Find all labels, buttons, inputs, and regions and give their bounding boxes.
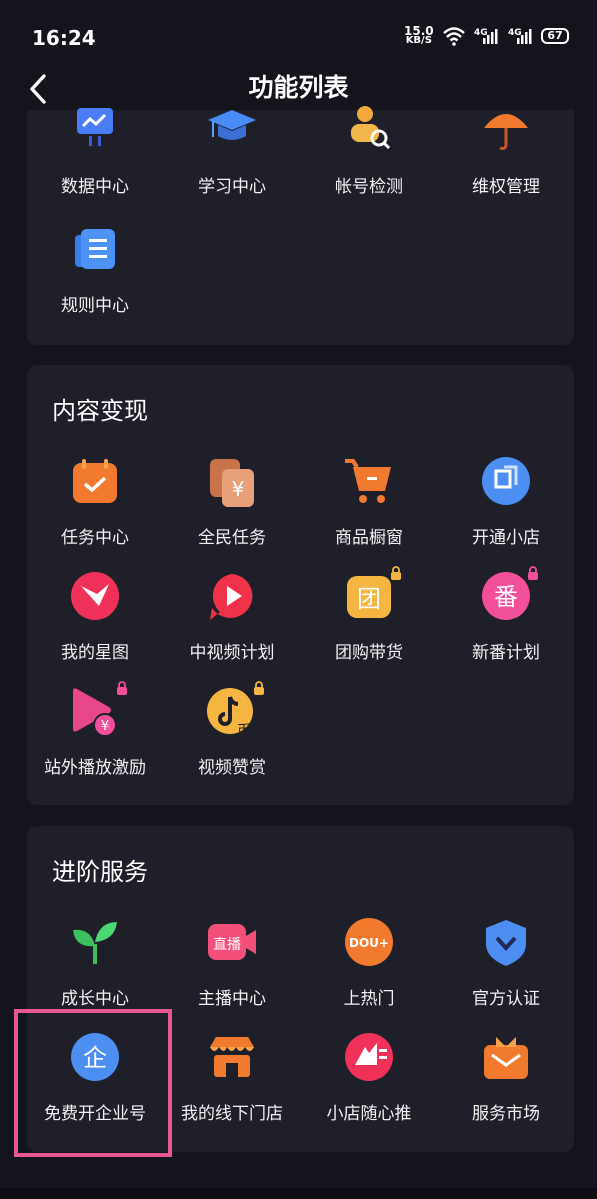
grid-item-label: 维权管理: [472, 177, 540, 197]
signal-bars-icon: [517, 29, 532, 44]
grid-item-label: 我的线下门店: [181, 1104, 283, 1124]
grid-item-mid-video-plan[interactable]: 中视频计划: [164, 572, 300, 663]
grid-item-learning-center[interactable]: 学习中心: [164, 106, 300, 197]
grid-item-label: 帐号检测: [335, 177, 403, 197]
grid-item-my-star-map[interactable]: 我的星图: [27, 572, 163, 663]
grid-item-label: 全民任务: [198, 528, 266, 548]
grid-item-new-fan-plan[interactable]: 番 新番计划: [438, 566, 574, 663]
net-speed-unit: KB/S: [405, 35, 432, 46]
grid-item-video-tip[interactable]: 币 视频赞赏: [164, 681, 300, 778]
grid-item-label: 规则中心: [61, 296, 129, 316]
grid-item-label: 新番计划: [472, 643, 540, 663]
status-time: 16:24: [32, 26, 96, 50]
grid-item-label: 团购带货: [335, 643, 403, 663]
store-d-icon: [482, 457, 530, 505]
grid-item-label: 小店随心推: [326, 1104, 412, 1124]
dou-plus-icon: DOU+: [345, 918, 393, 966]
svg-text:¥: ¥: [232, 477, 245, 501]
live-camera-icon: 直播: [208, 924, 256, 960]
lock-icon: [254, 681, 264, 695]
yuan-cards-icon: ¥: [210, 459, 254, 507]
bottom-bar: [0, 1188, 597, 1199]
grid-item-growth-center[interactable]: 成长中心: [27, 918, 163, 1009]
wifi-icon: [443, 27, 465, 46]
net-speed: 15.0 KB/S: [404, 25, 434, 46]
play-yuan-icon: ¥: [73, 688, 117, 737]
grid-item-label: 成长中心: [61, 989, 129, 1009]
grid-item-label: 任务中心: [61, 528, 129, 548]
promote-icon: [345, 1033, 393, 1081]
page-title: 功能列表: [248, 73, 349, 102]
grid-item-label: 商品橱窗: [335, 528, 403, 548]
grid-item-label: 视频赞赏: [198, 758, 266, 778]
grid-item-universal-tasks[interactable]: ¥ 全民任务: [164, 457, 300, 548]
grid-item-label: 主播中心: [198, 989, 266, 1009]
grid-item-label: 数据中心: [61, 177, 129, 197]
highlight-frame: [14, 1009, 172, 1157]
grid-item-store-promote[interactable]: 小店随心推: [301, 1033, 437, 1124]
section-title: 内容变现: [52, 397, 148, 425]
group-buy-icon: 团: [347, 576, 391, 618]
svg-text:番: 番: [494, 583, 518, 611]
section-card-tools: 数据中心 学习中心 帐号检测 维权管理 规则中心: [27, 106, 574, 345]
shopping-cart-icon: [345, 459, 391, 503]
graduation-cap-icon: [208, 110, 256, 140]
grid-item-go-trending[interactable]: DOU+ 上热门: [301, 918, 437, 1009]
svg-text:币: 币: [237, 723, 251, 739]
sprout-icon: [73, 922, 117, 964]
battery-indicator: 67: [541, 28, 569, 44]
presentation-chart-icon: [77, 108, 113, 146]
grid-item-task-center[interactable]: 任务中心: [27, 457, 163, 548]
grid-item-label: 上热门: [343, 989, 395, 1009]
grid-item-account-check[interactable]: 帐号检测: [301, 106, 437, 197]
grid-item-product-showcase[interactable]: 商品橱窗: [301, 457, 437, 548]
grid-item-offsite-play-incentive[interactable]: ¥ 站外播放激励: [27, 681, 163, 778]
grid-item-data-center[interactable]: 数据中心: [27, 106, 163, 197]
shield-check-icon: [486, 920, 526, 966]
grid-item-label: 开通小店: [472, 528, 540, 548]
signal-bars-icon: [483, 29, 498, 44]
grid-item-label: 学习中心: [198, 177, 266, 197]
calendar-check-icon: [73, 459, 117, 503]
storefront-icon: [210, 1037, 254, 1077]
fan-icon: 番: [482, 572, 530, 620]
grid-item-open-store[interactable]: 开通小店: [438, 457, 574, 548]
grid-item-label: 服务市场: [472, 1104, 540, 1124]
grid-item-label: 站外播放激励: [44, 758, 146, 778]
umbrella-icon: [484, 114, 528, 150]
lock-icon: [528, 566, 538, 580]
svg-text:团: 团: [357, 585, 381, 613]
section-title: 进阶服务: [52, 858, 148, 886]
live-badge: 直播: [213, 936, 241, 953]
grid-item-label: 官方认证: [472, 989, 540, 1009]
grid-item-rights-management[interactable]: 维权管理: [438, 106, 574, 197]
lock-icon: [391, 566, 401, 580]
grid-item-label: 中视频计划: [189, 643, 275, 663]
grid-item-anchor-center[interactable]: 直播 主播中心: [164, 918, 300, 1009]
star-map-icon: [71, 572, 119, 620]
grid-item-rules-center[interactable]: 规则中心: [27, 225, 163, 316]
user-search-icon: [351, 106, 391, 150]
svg-text:¥: ¥: [101, 719, 109, 734]
tiktok-coin-icon: 币: [207, 688, 253, 739]
dou-badge: DOU+: [349, 936, 389, 950]
lock-icon: [117, 681, 127, 695]
grid-item-my-offline-store[interactable]: 我的线下门店: [164, 1033, 300, 1124]
service-bag-icon: [484, 1037, 528, 1079]
document-list-icon: [75, 229, 115, 269]
grid-item-official-verification[interactable]: 官方认证: [438, 918, 574, 1009]
section-card-monetization: 内容变现 任务中心 ¥ 全民任务 商品橱窗 开通小店 我的星图 中视频计划 团 …: [27, 365, 574, 805]
play-bubble-icon: [210, 574, 253, 620]
grid-item-label: 我的星图: [61, 643, 129, 663]
grid-item-service-market[interactable]: 服务市场: [438, 1033, 574, 1124]
grid-item-group-buy[interactable]: 团 团购带货: [301, 566, 437, 663]
